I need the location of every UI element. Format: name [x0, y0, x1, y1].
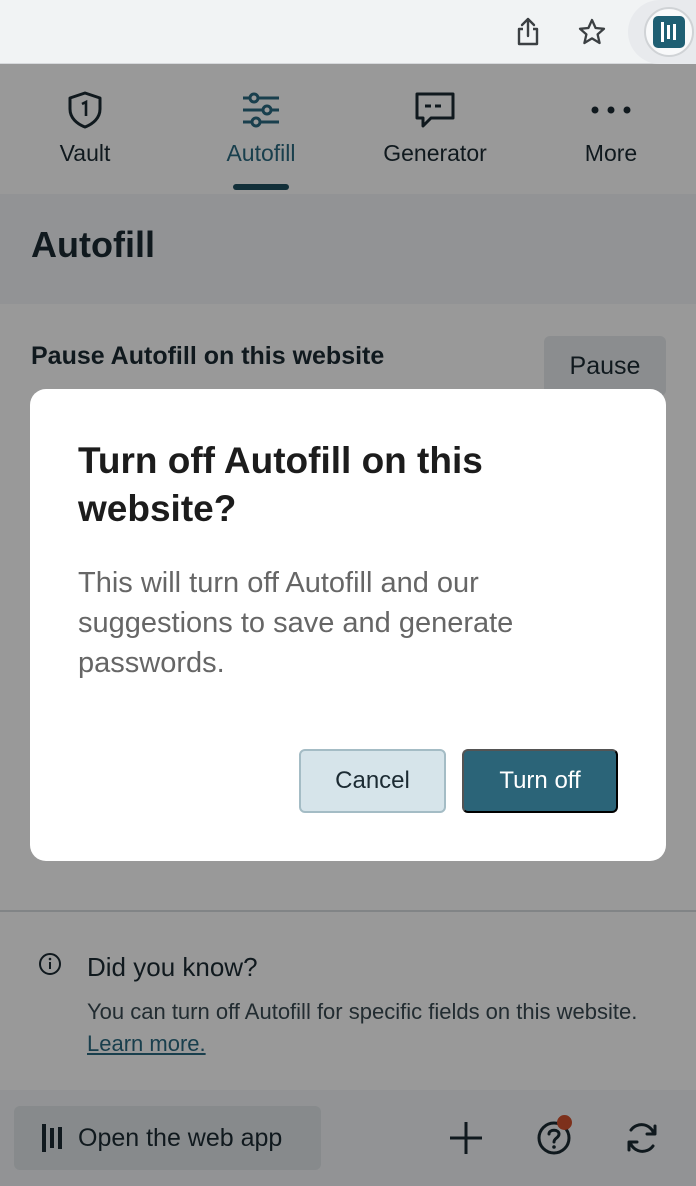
turn-off-autofill-dialog: Turn off Autofill on this website? This …: [30, 389, 666, 861]
extension-area: [628, 0, 696, 64]
dashlane-extension-button[interactable]: [644, 7, 694, 57]
turn-off-button[interactable]: Turn off: [462, 749, 618, 813]
share-button[interactable]: [508, 12, 548, 52]
dialog-body: This will turn off Autofill and our sugg…: [78, 567, 514, 679]
browser-toolbar: [0, 0, 696, 64]
bookmark-button[interactable]: [572, 12, 612, 52]
dashlane-logo-icon: [653, 16, 685, 48]
star-icon: [578, 18, 606, 45]
share-icon: [517, 17, 539, 46]
dialog-title: Turn off Autofill on this website?: [78, 440, 483, 529]
cancel-button[interactable]: Cancel: [299, 749, 446, 813]
